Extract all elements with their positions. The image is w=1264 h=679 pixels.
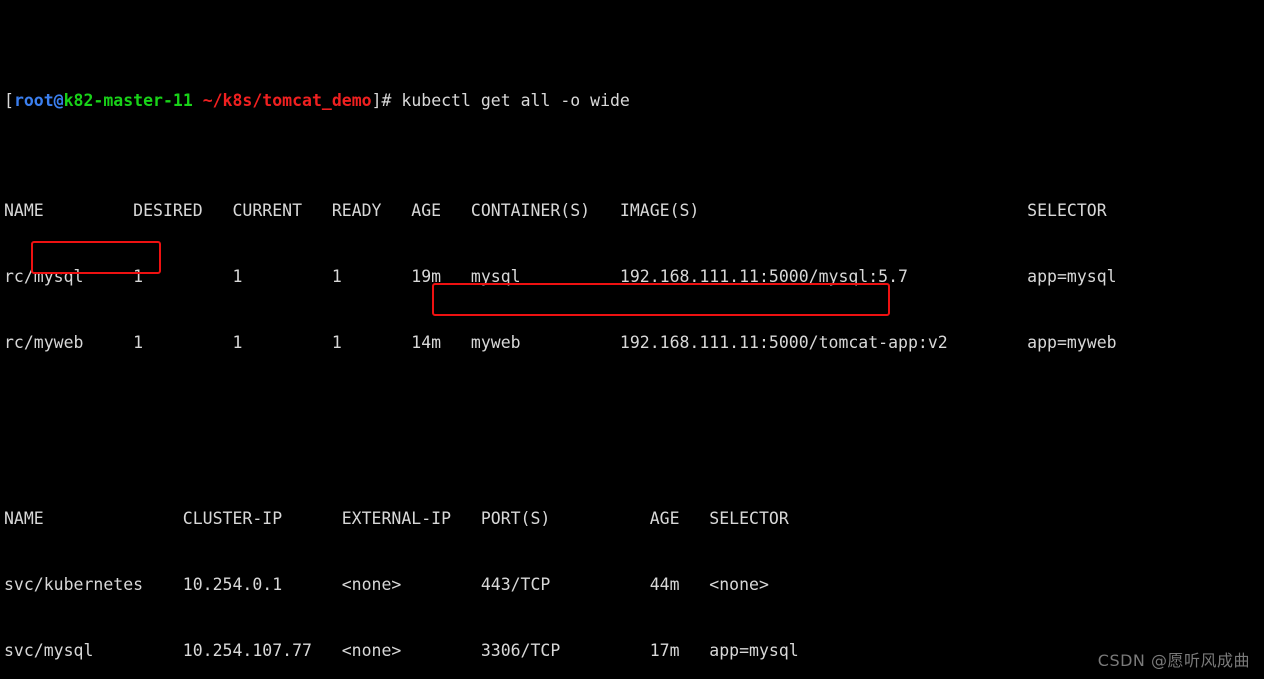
rc-table-header: NAME DESIRED CURRENT READY AGE CONTAINER… — [4, 201, 1107, 220]
prompt-bracket-open: [ — [4, 91, 14, 110]
prompt-bracket-close: ]# — [371, 91, 402, 110]
terminal-window[interactable]: [root@k82-master-11 ~/k8s/tomcat_demo]# … — [0, 0, 1264, 679]
command-get-all: kubectl get all -o wide — [401, 91, 630, 110]
table-row: rc/mysql 1 1 1 19m mysql 192.168.111.11:… — [4, 267, 1117, 286]
svc-table-header: NAME CLUSTER-IP EXTERNAL-IP PORT(S) AGE … — [4, 509, 789, 528]
table-row: rc/myweb 1 1 1 14m myweb 192.168.111.11:… — [4, 333, 1117, 352]
prompt-host: k82-master-11 — [63, 91, 193, 110]
table-row: svc/mysql 10.254.107.77 <none> 3306/TCP … — [4, 641, 799, 660]
terminal-screen: [root@k82-master-11 ~/k8s/tomcat_demo]# … — [4, 2, 1117, 679]
prompt-path: ~/k8s/tomcat_demo — [202, 91, 372, 110]
prompt-line-get-all: [root@k82-master-11 ~/k8s/tomcat_demo]# … — [4, 90, 1117, 112]
csdn-watermark: CSDN @愿听风成曲 — [1097, 651, 1250, 670]
table-row: svc/kubernetes 10.254.0.1 <none> 443/TCP… — [4, 575, 769, 594]
prompt-user: root@ — [13, 91, 64, 110]
